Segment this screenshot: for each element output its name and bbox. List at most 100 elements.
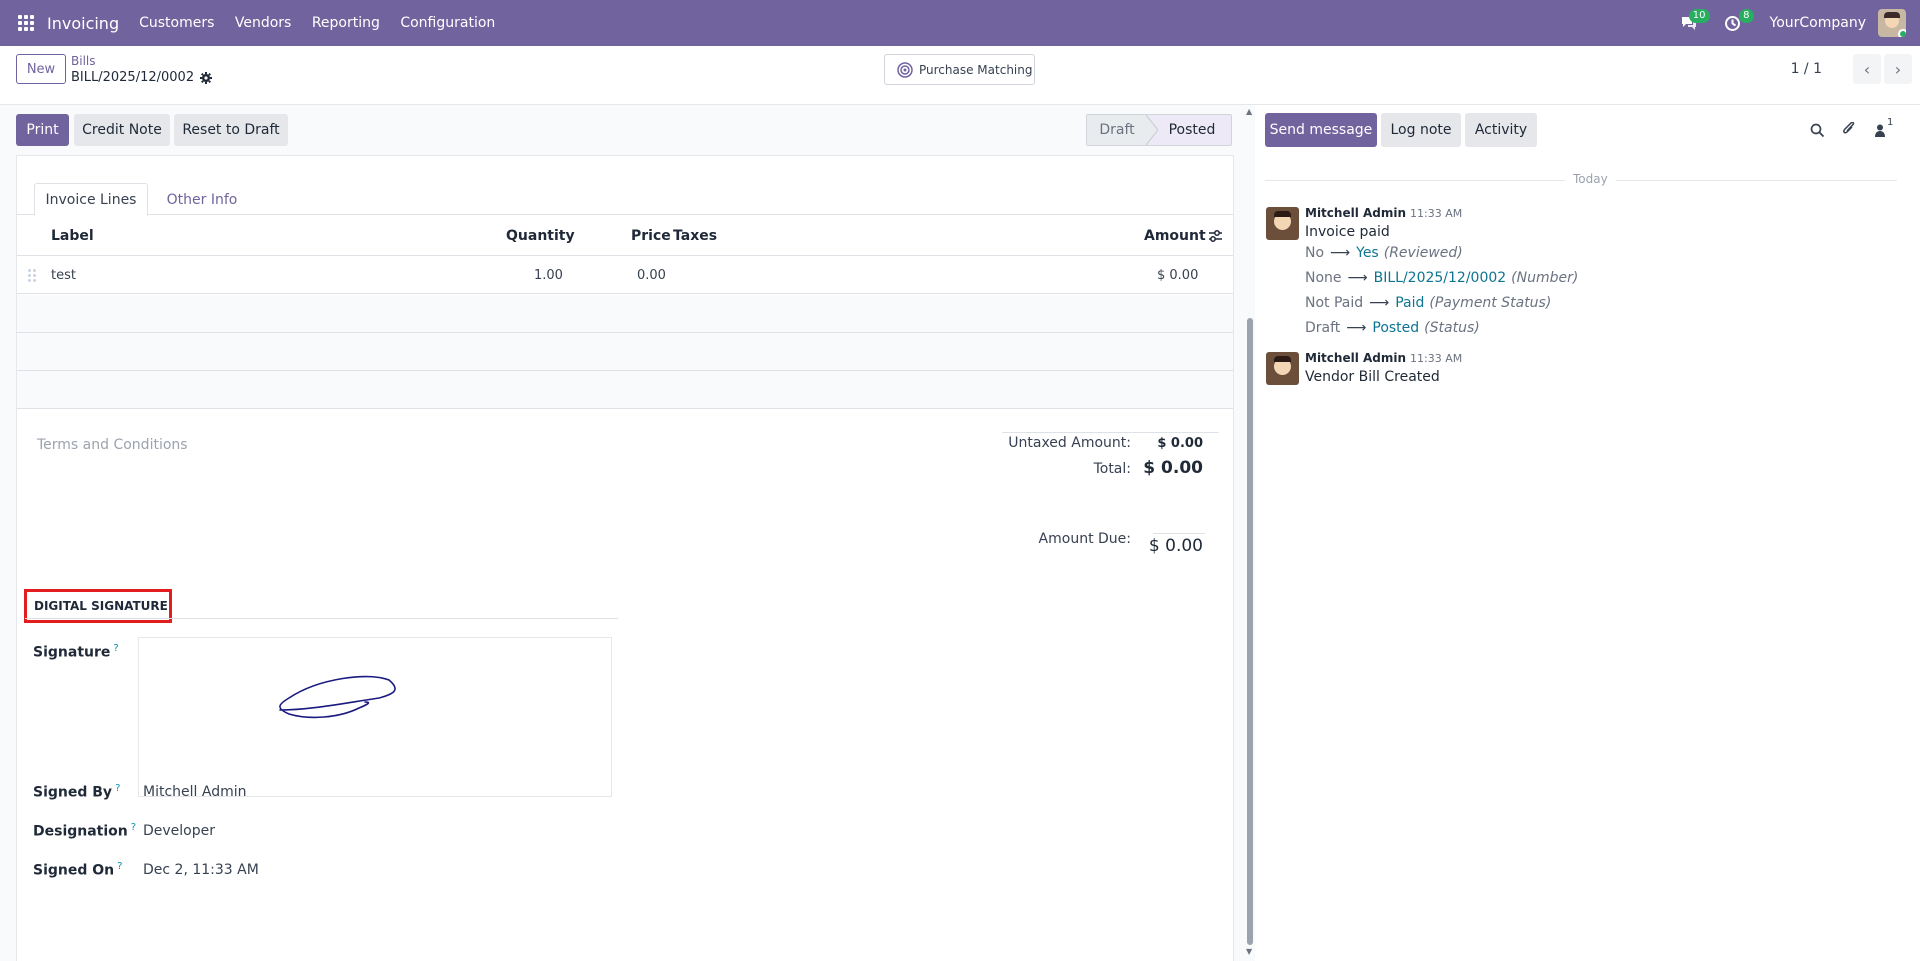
new-value: Posted [1372, 320, 1420, 336]
line-label[interactable]: test [51, 268, 76, 283]
messages-icon[interactable]: 10 [1678, 9, 1710, 34]
notebook-tabs: Invoice Lines Other Info [17, 183, 1233, 216]
line-price[interactable]: 0.00 [637, 268, 666, 283]
amount-due-divider [1153, 533, 1205, 534]
totals-summary: Untaxed Amount: $ 0.00 Total: $ 0.00 Amo… [1002, 432, 1219, 556]
menu-vendors[interactable]: Vendors [235, 15, 291, 31]
print-button[interactable]: Print [16, 114, 69, 146]
old-value: None [1305, 270, 1342, 286]
followers-count: 1 [1887, 117, 1894, 128]
record-name: BILL/2025/12/0002 [71, 70, 195, 85]
old-value: No [1305, 245, 1325, 261]
chatter-panel: Send message Log note Activity 1 Today M… [1255, 105, 1920, 961]
column-taxes[interactable]: Taxes [673, 228, 717, 244]
designation-label: Designation? [33, 822, 137, 840]
help-icon[interactable]: ? [117, 861, 122, 872]
status-draft[interactable]: Draft [1087, 115, 1147, 145]
line-amount[interactable]: $ 0.00 [1157, 268, 1198, 283]
search-icon[interactable] [1810, 123, 1825, 138]
arrow-right-icon: ⟶ [1369, 295, 1390, 311]
menu-customers[interactable]: Customers [139, 15, 214, 31]
field-name: (Number) [1511, 270, 1579, 286]
help-icon[interactable]: ? [131, 822, 136, 833]
user-avatar[interactable] [1878, 9, 1906, 37]
new-value: Paid [1395, 295, 1425, 311]
author-name[interactable]: Mitchell Admin [1305, 206, 1406, 220]
message-time: 11:33 AM [1410, 207, 1463, 220]
terms-and-conditions-field[interactable]: Terms and Conditions [37, 437, 188, 453]
paperclip-icon[interactable] [1842, 122, 1856, 138]
column-settings-icon[interactable] [1208, 229, 1223, 243]
signed-on-value[interactable]: Dec 2, 11:33 AM [143, 862, 259, 878]
status-posted[interactable]: Posted [1147, 115, 1231, 145]
field-name: (Reviewed) [1383, 245, 1463, 261]
gear-icon[interactable] [200, 71, 213, 84]
table-row[interactable]: test 1.00 0.00 $ 0.00 [17, 256, 1233, 294]
signature-field[interactable] [138, 637, 612, 797]
designation-value[interactable]: Developer [143, 823, 215, 839]
signed-by-value[interactable]: Mitchell Admin [143, 784, 247, 800]
avatar[interactable] [1266, 352, 1299, 385]
form-sheet: Invoice Lines Other Info Label Quantity … [16, 155, 1234, 961]
pager-value[interactable]: 1 / 1 [1791, 61, 1822, 77]
breadcrumb-parent[interactable]: Bills [71, 54, 96, 68]
activities-icon[interactable]: 8 [1722, 9, 1754, 34]
control-panel: New Bills BILL/2025/12/0002 Purchase Mat… [0, 46, 1920, 105]
log-note-button[interactable]: Log note [1381, 113, 1461, 147]
send-message-button[interactable]: Send message [1265, 113, 1377, 147]
signed-on-label: Signed On? [33, 861, 123, 879]
statusbar: Draft Posted [1086, 114, 1232, 146]
systray: 10 8 YourCompany [1678, 0, 1906, 46]
new-button[interactable]: New [16, 54, 66, 84]
credit-note-button[interactable]: Credit Note [74, 114, 170, 146]
purchase-matching-button[interactable]: Purchase Matching [884, 54, 1035, 85]
app-name[interactable]: Invoicing [47, 14, 119, 33]
followers-button[interactable]: 1 [1875, 117, 1899, 138]
pager-previous-button[interactable]: ‹ [1853, 54, 1881, 84]
scrollbar-thumb[interactable] [1247, 318, 1253, 945]
column-amount[interactable]: Amount [1144, 228, 1206, 244]
tab-other-info[interactable]: Other Info [161, 183, 243, 216]
reset-to-draft-button[interactable]: Reset to Draft [174, 114, 288, 146]
top-navbar: Invoicing Customers Vendors Reporting Co… [0, 0, 1920, 46]
field-name: (Status) [1424, 320, 1480, 336]
help-icon[interactable]: ? [115, 783, 120, 794]
message-author: Mitchell Admin 11:33 AM [1305, 351, 1462, 365]
menu-reporting[interactable]: Reporting [312, 15, 380, 31]
activity-button[interactable]: Activity [1465, 113, 1537, 147]
date-separator-label: Today [1565, 172, 1616, 186]
drag-handle-icon[interactable] [28, 269, 36, 282]
new-value: Yes [1356, 245, 1379, 261]
total-label: Total: [1093, 461, 1131, 477]
form-scrollbar[interactable]: ▲ ▼ [1245, 105, 1255, 961]
user-icon [1875, 124, 1885, 137]
help-icon[interactable]: ? [113, 643, 118, 654]
amount-due-value: $ 0.00 [1148, 536, 1203, 556]
main-menu: Customers Vendors Reporting Configuratio… [139, 15, 511, 31]
avatar[interactable] [1266, 207, 1299, 240]
column-label[interactable]: Label [51, 228, 94, 244]
message-time: 11:33 AM [1410, 352, 1463, 365]
breadcrumb-current: BILL/2025/12/0002 [71, 70, 213, 85]
column-quantity[interactable]: Quantity [506, 228, 575, 244]
app-menu-icon[interactable] [18, 14, 35, 32]
menu-configuration[interactable]: Configuration [400, 15, 495, 31]
tracking-change: None ⟶ BILL/2025/12/0002 (Number) [1305, 270, 1578, 286]
company-switcher[interactable]: YourCompany [1770, 15, 1867, 31]
scroll-down-icon[interactable]: ▼ [1246, 947, 1252, 956]
author-name[interactable]: Mitchell Admin [1305, 351, 1406, 365]
amount-due-label: Amount Due: [1038, 531, 1131, 547]
field-name: (Payment Status) [1429, 295, 1552, 311]
pager-next-button[interactable]: › [1884, 54, 1912, 84]
line-quantity[interactable]: 1.00 [534, 268, 563, 283]
column-price[interactable]: Price [631, 228, 671, 244]
message-body: Invoice paid [1305, 224, 1390, 240]
tracking-change: No ⟶ Yes (Reviewed) [1305, 245, 1463, 261]
form-action-bar: Print Credit Note Reset to Draft Draft P… [0, 105, 1245, 153]
tracking-change: Draft ⟶ Posted (Status) [1305, 320, 1480, 336]
tab-invoice-lines[interactable]: Invoice Lines [34, 183, 148, 216]
scroll-up-icon[interactable]: ▲ [1246, 107, 1252, 116]
total-value: $ 0.00 [1143, 458, 1203, 478]
chevron-left-icon: ‹ [1863, 59, 1871, 79]
form-pane: Print Credit Note Reset to Draft Draft P… [0, 105, 1245, 961]
